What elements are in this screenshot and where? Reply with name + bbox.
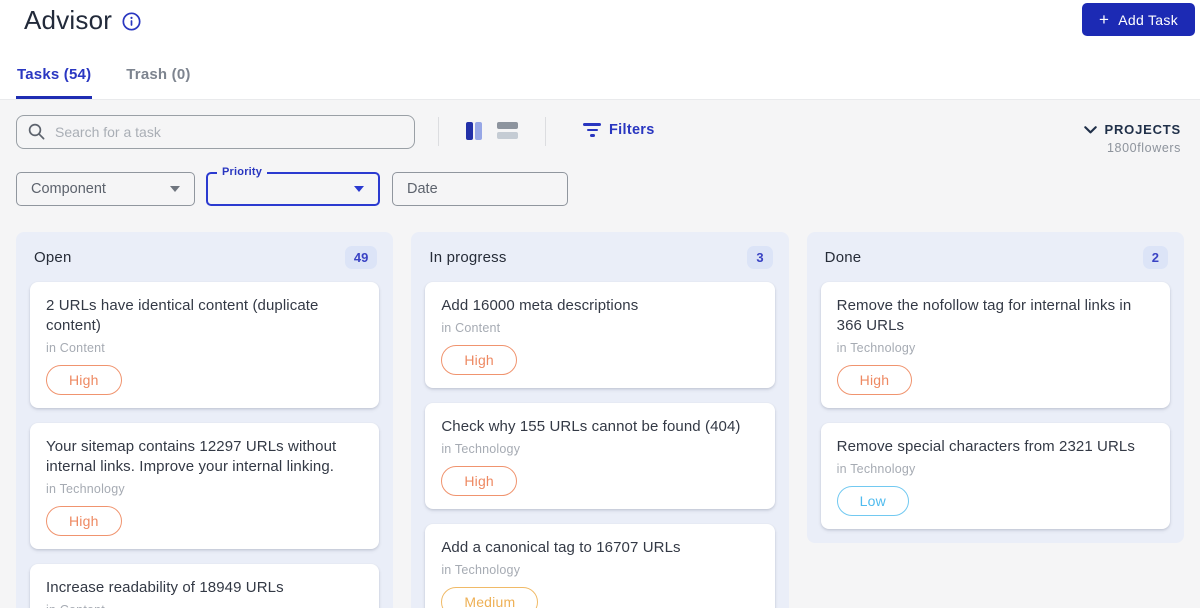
task-category: in Technology — [836, 341, 916, 355]
projects-row: PROJECTS — [1083, 122, 1181, 137]
title-wrap: Advisor — [24, 5, 141, 36]
card-list: Remove the nofollow tag for internal lin… — [820, 282, 1170, 529]
priority-pill[interactable]: Medium — [441, 587, 539, 608]
task-category: in Content — [441, 321, 501, 335]
task-category: in Content — [46, 341, 105, 355]
tab-tasks[interactable]: Tasks (54) — [16, 66, 93, 99]
column-count-badge: 49 — [344, 246, 378, 269]
plus-icon: + — [1099, 10, 1110, 29]
task-title: Your sitemap contains 12297 URLs without… — [46, 438, 337, 475]
task-title: 2 URLs have identical content (duplicate… — [46, 297, 319, 334]
column-count-badge: 3 — [747, 246, 773, 269]
add-task-button[interactable]: + Add Task — [1082, 3, 1195, 36]
task-title: Add 16000 meta descriptions — [441, 297, 639, 314]
filter-row: Component Priority Date — [0, 166, 1200, 232]
toolbar: Filters PROJECTS 1800flowers — [0, 100, 1200, 172]
task-card[interactable]: 2 URLs have identical content (duplicate… — [30, 282, 380, 408]
tabs: Tasks (54) Trash (0) — [16, 66, 192, 99]
project-name: 1800flowers — [1106, 141, 1181, 155]
chevron-down-icon — [1083, 125, 1097, 133]
card-list: 2 URLs have identical content (duplicate… — [30, 282, 380, 608]
column-title: Open — [34, 249, 72, 266]
filter-icon — [583, 123, 601, 137]
column-count-badge: 2 — [1142, 246, 1168, 269]
chevron-down-icon — [354, 186, 364, 192]
task-category: in Technology — [441, 442, 521, 456]
search-box — [16, 115, 415, 149]
priority-pill[interactable]: Low — [836, 486, 909, 516]
column-header: Open 49 — [30, 242, 379, 269]
task-title: Remove special characters from 2321 URLs — [836, 438, 1135, 455]
task-card[interactable]: Remove special characters from 2321 URLs… — [820, 423, 1170, 529]
column-header: In progress 3 — [425, 242, 774, 269]
page-title: Advisor — [24, 5, 113, 35]
filters-button[interactable]: Filters — [583, 122, 655, 138]
priority-pill[interactable]: High — [46, 506, 122, 536]
task-card[interactable]: Increase readability of 18949 URLs in Co… — [30, 564, 380, 608]
task-category: in Technology — [836, 462, 916, 476]
column-title: Done — [824, 249, 862, 266]
search-icon — [28, 123, 45, 140]
projects-label: PROJECTS — [1104, 122, 1181, 137]
toolbar-divider — [438, 117, 439, 146]
projects-selector[interactable]: PROJECTS 1800flowers — [1083, 122, 1181, 155]
component-filter-select[interactable]: Component — [16, 172, 195, 206]
column-title: In progress — [429, 249, 507, 266]
add-task-label: Add Task — [1118, 11, 1178, 28]
column-header: Done 2 — [821, 242, 1170, 269]
search-input[interactable] — [16, 115, 415, 149]
card-list: Add 16000 meta descriptions in Content H… — [425, 282, 775, 608]
priority-filter-label: Priority — [217, 166, 268, 178]
kanban-board: Open 49 2 URLs have identical content (d… — [0, 232, 1200, 608]
date-filter-label: Date — [407, 181, 438, 197]
task-card[interactable]: Add a canonical tag to 16707 URLs in Tec… — [425, 524, 775, 608]
filters-label: Filters — [609, 122, 655, 138]
page-header: Advisor + Add Task Tasks (54) Trash (0) — [0, 0, 1200, 100]
task-title: Add a canonical tag to 16707 URLs — [441, 539, 681, 556]
priority-pill[interactable]: High — [836, 365, 913, 395]
column-open: Open 49 2 URLs have identical content (d… — [16, 232, 394, 608]
date-filter-input[interactable]: Date — [392, 172, 568, 206]
column-in-progress: In progress 3 Add 16000 meta description… — [411, 232, 789, 608]
priority-pill[interactable]: High — [441, 345, 517, 375]
task-title: Check why 155 URLs cannot be found (404) — [441, 418, 741, 435]
task-card[interactable]: Check why 155 URLs cannot be found (404)… — [425, 403, 775, 509]
column-done: Done 2 Remove the nofollow tag for inter… — [806, 232, 1184, 543]
task-title: Increase readability of 18949 URLs — [46, 579, 284, 596]
priority-filter-select[interactable]: Priority — [206, 166, 380, 206]
task-card[interactable]: Add 16000 meta descriptions in Content H… — [425, 282, 775, 388]
task-category: in Technology — [46, 482, 125, 496]
info-icon[interactable] — [122, 12, 141, 31]
priority-pill[interactable]: High — [46, 365, 122, 395]
chevron-down-icon — [170, 186, 180, 192]
task-category: in Technology — [441, 563, 521, 577]
component-filter-label: Component — [31, 181, 106, 197]
kanban-view-icon[interactable] — [466, 122, 482, 140]
task-category: in Content — [46, 603, 363, 608]
task-card[interactable]: Remove the nofollow tag for internal lin… — [820, 282, 1170, 408]
tab-trash[interactable]: Trash (0) — [125, 66, 191, 99]
toolbar-divider — [545, 117, 546, 146]
advisor-app: Advisor + Add Task Tasks (54) Trash (0) — [0, 0, 1200, 608]
list-view-icon[interactable] — [497, 122, 518, 139]
task-card[interactable]: Your sitemap contains 12297 URLs without… — [30, 423, 380, 549]
priority-pill[interactable]: High — [441, 466, 517, 496]
task-title: Remove the nofollow tag for internal lin… — [836, 297, 1132, 334]
